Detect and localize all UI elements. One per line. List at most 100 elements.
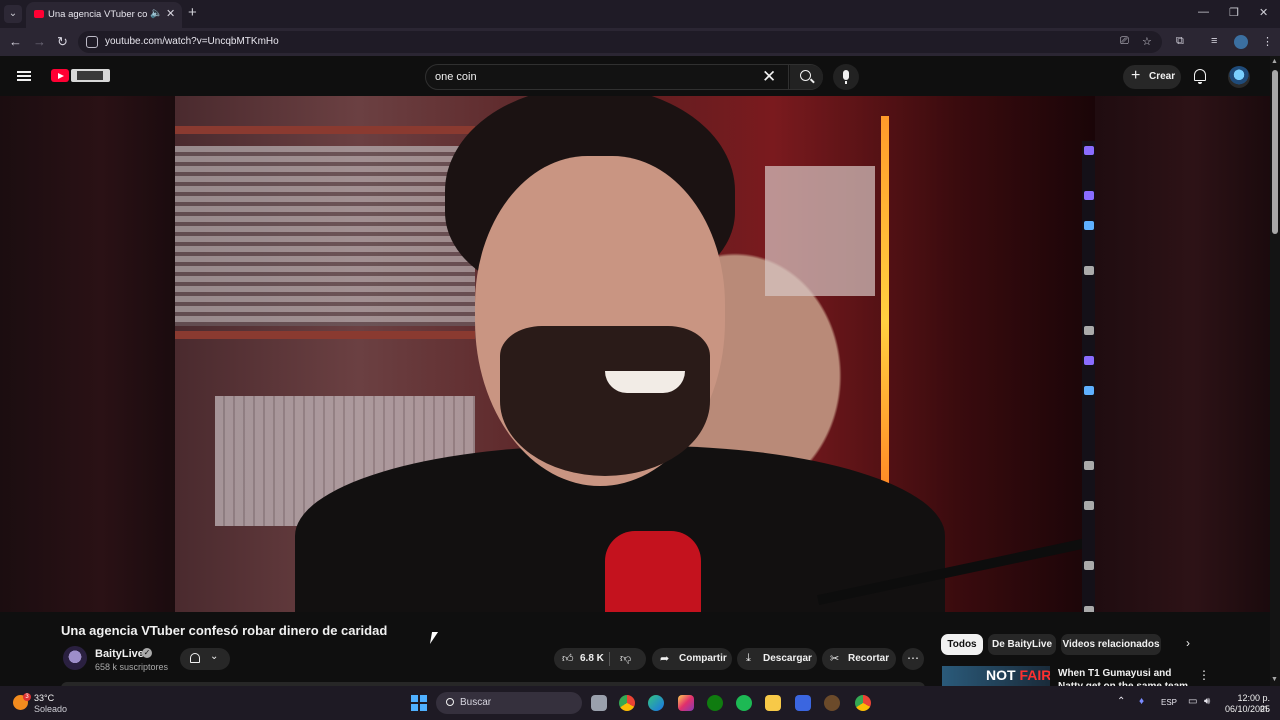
- thumbs-up-icon[interactable]: 👍︎: [562, 652, 574, 665]
- search-button[interactable]: [790, 65, 823, 89]
- address-bar[interactable]: youtube.com/watch?v=UncqbMTKmHo ⎚ ☆: [78, 31, 1162, 53]
- chrome-active-icon[interactable]: [855, 695, 871, 711]
- maximize-button[interactable]: ❐: [1229, 6, 1239, 19]
- language-indicator[interactable]: ESP: [1161, 698, 1177, 707]
- chat-badge-icon: [1084, 501, 1094, 510]
- volume-icon[interactable]: 🔊︎: [1204, 696, 1210, 707]
- recommendation-thumbnail[interactable]: NOT FAIR: [942, 666, 1050, 688]
- youtube-logo[interactable]: [51, 69, 69, 82]
- video-frame-shelf: [175, 126, 475, 134]
- clip-button[interactable]: ✂ Recortar: [822, 648, 896, 670]
- close-window-button[interactable]: ✕: [1259, 6, 1268, 19]
- clip-label: Recortar: [848, 653, 890, 664]
- download-label: Descargar: [763, 653, 812, 664]
- video-player[interactable]: [175, 96, 1095, 612]
- edge-icon[interactable]: [648, 695, 664, 711]
- task-view-icon[interactable]: [591, 695, 607, 711]
- youtube-doodle[interactable]: [71, 69, 110, 82]
- chrome-icon[interactable]: [619, 695, 635, 711]
- share-arrow-icon: ➦: [660, 653, 670, 665]
- new-tab-button[interactable]: +: [188, 4, 197, 21]
- video-frame-bookshelf: [175, 146, 475, 326]
- url-text[interactable]: youtube.com/watch?v=UncqbMTKmHo: [105, 36, 279, 47]
- reload-icon[interactable]: ↻: [57, 34, 68, 50]
- tab-search-icon[interactable]: ⌄: [4, 5, 22, 23]
- video-frame-microphone: [605, 531, 701, 612]
- masthead: one coin ✕ + Crear: [0, 56, 1270, 96]
- chip-related[interactable]: Videos relacionados: [1061, 634, 1161, 655]
- forward-arrow-icon[interactable]: →: [33, 34, 46, 49]
- xbox-icon[interactable]: [707, 695, 723, 711]
- like-count[interactable]: 6.8 K: [580, 653, 604, 664]
- download-button[interactable]: ⤓ Descargar: [737, 648, 817, 670]
- search-input[interactable]: one coin: [435, 71, 477, 83]
- spotify-icon[interactable]: [736, 695, 752, 711]
- search-box[interactable]: one coin ✕: [425, 64, 823, 90]
- browser-tab[interactable]: Una agencia VTuber confesó robar dinero …: [26, 2, 182, 28]
- chat-badge-icon: [1084, 356, 1094, 365]
- clock-date[interactable]: 06/10/2025: [1220, 704, 1270, 714]
- back-arrow-icon[interactable]: ←: [9, 34, 22, 49]
- tray-overflow-icon[interactable]: ⌃: [1117, 696, 1125, 707]
- thumbnail-word: NOT: [986, 667, 1016, 683]
- file-explorer-icon[interactable]: [765, 695, 781, 711]
- video-frame-chat-overlay: [1082, 141, 1095, 612]
- search-divider: [788, 65, 789, 89]
- create-button[interactable]: + Crear: [1123, 65, 1181, 89]
- subscription-notification-button[interactable]: ⌄: [180, 648, 230, 670]
- instagram-icon[interactable]: [678, 695, 694, 711]
- scrollbar-thumb[interactable]: [1272, 70, 1278, 234]
- download-icon: ⤓: [746, 652, 751, 664]
- speaker-icon[interactable]: 🔈: [150, 8, 162, 19]
- minimize-button[interactable]: —: [1198, 6, 1209, 18]
- media-control-icon[interactable]: ≡: [1211, 35, 1217, 47]
- create-label: Crear: [1149, 71, 1176, 82]
- hamburger-menu-icon[interactable]: [17, 71, 31, 81]
- account-avatar[interactable]: [1228, 66, 1250, 88]
- page-scrollbar[interactable]: ▲ ▼: [1270, 56, 1280, 686]
- chip-from-channel[interactable]: De BaityLive: [988, 634, 1056, 655]
- bell-icon: [190, 653, 200, 663]
- scroll-up-icon[interactable]: ▲: [1271, 58, 1278, 65]
- tab-close-icon[interactable]: ✕: [166, 7, 175, 20]
- share-label: Compartir: [679, 653, 727, 664]
- video-title: Una agencia VTuber confesó robar dinero …: [61, 623, 388, 638]
- more-actions-icon[interactable]: ⋯: [902, 648, 924, 670]
- channel-avatar[interactable]: [63, 646, 87, 670]
- share-button[interactable]: ➦ Compartir: [652, 648, 732, 670]
- chat-badge-icon: [1084, 191, 1094, 200]
- video-frame-shelf: [175, 331, 475, 339]
- windows-start-icon[interactable]: [411, 695, 427, 711]
- channel-name[interactable]: BaityLive: [95, 648, 144, 660]
- thumbs-down-icon[interactable]: 👎︎: [620, 652, 631, 665]
- chat-badge-icon: [1084, 561, 1094, 570]
- search-icon: [800, 70, 811, 81]
- network-icon[interactable]: ▭: [1188, 696, 1197, 707]
- clear-search-icon[interactable]: ✕: [762, 67, 776, 87]
- chip-all[interactable]: Todos: [941, 634, 983, 655]
- browser-menu-icon[interactable]: ⋮: [1262, 35, 1273, 48]
- bookmark-star-icon[interactable]: ☆: [1142, 35, 1152, 48]
- youtube-page: one coin ✕ + Crear Una agencia VTuber co…: [0, 56, 1280, 692]
- voice-search-icon[interactable]: [833, 64, 859, 90]
- site-info-icon[interactable]: [86, 36, 98, 48]
- notifications-bell-icon[interactable]: [1194, 69, 1206, 84]
- cast-icon[interactable]: ⎚: [1120, 35, 1129, 48]
- windows-taskbar: 3 33°C Soleado Buscar ⌃ ♦ ESP ▭ 🔊︎ 12:00…: [0, 686, 1280, 720]
- profile-avatar[interactable]: [1234, 35, 1248, 49]
- chevron-right-icon[interactable]: ›: [1186, 636, 1190, 650]
- weather-badge: 3: [23, 693, 31, 701]
- like-divider: [609, 652, 610, 666]
- recommendation-menu-icon[interactable]: ⋮: [1198, 668, 1210, 682]
- app-store-icon[interactable]: [795, 695, 811, 711]
- weather-temperature[interactable]: 33°C: [34, 693, 54, 703]
- taskbar-search[interactable]: Buscar: [436, 692, 582, 714]
- app-avatar-icon[interactable]: [824, 695, 840, 711]
- microphone-tray-icon[interactable]: ♦: [1139, 696, 1144, 707]
- extensions-icon[interactable]: ⧉: [1176, 35, 1184, 48]
- like-dislike-group: 👍︎ 6.8 K 👎︎: [554, 648, 646, 670]
- mouse-cursor: [429, 632, 439, 644]
- scroll-down-icon[interactable]: ▼: [1271, 676, 1278, 683]
- chat-badge-icon: [1084, 221, 1094, 230]
- weather-condition[interactable]: Soleado: [34, 704, 67, 714]
